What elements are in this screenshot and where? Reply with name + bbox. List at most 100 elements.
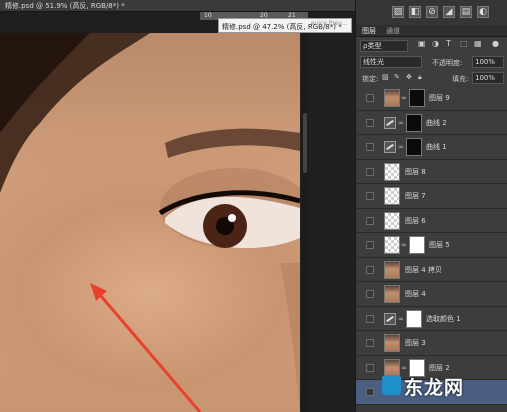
filter-smart-object-icon[interactable]: ▦ [474, 39, 482, 48]
layer-thumbnail [384, 89, 400, 107]
mask-link-icon[interactable]: ∞ [398, 143, 404, 151]
layer-name: 图层 8 [405, 167, 426, 176]
layer-row[interactable]: ∞ 选取颜色 1 [356, 306, 507, 331]
layer-thumbnail [384, 334, 400, 352]
layer-name: 图层 7 [405, 192, 426, 200]
layer-name: 选取颜色 1 [426, 314, 461, 323]
lock-position-icon[interactable]: ✥ [406, 73, 412, 81]
layer-row[interactable]: 图层 7 [356, 184, 507, 209]
panel-toolbar: ▨ ◧ ⊘ ◢ ▤ ◐ [356, 0, 507, 25]
history-icon[interactable]: ◐ [477, 6, 489, 18]
canvas-photo[interactable] [0, 33, 300, 412]
lock-all-icon[interactable]: 🔒︎ [418, 73, 422, 82]
curves-adjustment-icon [384, 312, 396, 325]
filter-pixel-icon[interactable]: ▣ [418, 39, 426, 48]
visibility-eye-icon[interactable] [366, 363, 374, 372]
layer-thumbnail [384, 187, 400, 205]
layer-row[interactable]: 图层 3 [356, 331, 507, 356]
document-tab-back[interactable]: 精修.psd @ 51.9% (高反, RGB/8*) * [0, 0, 355, 12]
layer-name: 图层 6 [405, 216, 426, 225]
layer-name: 图层 4 [405, 290, 426, 298]
layers-list: ∞ 图层 9 ∞ 曲线 2 ∞ 曲线 1 图层 8 图层 7 图层 6 ∞ 图层 5 图层 4 拷贝图… [356, 86, 507, 412]
layer-name: 图层 9 [429, 94, 450, 102]
watermark: 东龙网 [382, 370, 507, 400]
layer-mask-thumbnail[interactable] [406, 309, 422, 328]
blend-row: 线性光 不透明度: 100% [356, 54, 507, 70]
filter-toggle-icon[interactable]: ● [492, 39, 499, 48]
mask-link-icon[interactable]: ∞ [398, 119, 404, 127]
opacity-label: 不透明度: [432, 59, 463, 67]
filter-adjustment-icon[interactable]: ◑ [432, 39, 439, 48]
visibility-eye-icon[interactable] [366, 314, 374, 323]
device-preview-label: evice Prev... [311, 20, 348, 27]
visibility-eye-icon[interactable] [366, 118, 374, 127]
visibility-eye-icon[interactable] [366, 241, 374, 249]
layer-mask-thumbnail[interactable] [409, 89, 425, 107]
visibility-eye-icon[interactable] [366, 192, 374, 200]
watermark-logo [382, 375, 401, 395]
mask-link-icon[interactable]: ∞ [401, 241, 407, 249]
brush-preset-icon[interactable]: ▨ [392, 6, 404, 18]
mask-link-icon[interactable]: ∞ [398, 315, 404, 323]
layer-name: 图层 4 拷贝 [405, 265, 442, 274]
layer-thumbnail [384, 285, 400, 303]
clone-source-icon[interactable]: ◢ [443, 6, 455, 18]
fill-label: 填充: [452, 75, 469, 83]
filter-kind-select[interactable]: ρ类型 [360, 40, 408, 52]
visibility-eye-icon[interactable] [366, 94, 374, 102]
vertical-scrollbar[interactable] [302, 33, 308, 412]
layer-row[interactable]: ∞ 曲线 1 [356, 135, 507, 160]
visibility-eye-icon[interactable] [366, 167, 374, 176]
filter-shape-icon[interactable]: ⬚ [460, 39, 468, 48]
layer-row[interactable]: ∞ 曲线 2 [356, 110, 507, 135]
layer-name: 图层 3 [405, 339, 426, 347]
opacity-field[interactable]: 100% [472, 56, 504, 68]
adjust-icon[interactable]: ◧ [409, 6, 421, 18]
layers-panel: ▨ ◧ ⊘ ◢ ▤ ◐ 图层 通道 ρ类型 ▣ ◑ T ⬚ ▦ ● 线性光 不透… [355, 0, 507, 412]
layer-row[interactable]: 图层 4 拷贝 [356, 257, 507, 282]
lock-row: 锁定: ▨ ✎ ✥ 🔒︎ 填充: 100% [356, 72, 507, 87]
visibility-eye-icon[interactable] [366, 265, 374, 274]
watermark-text: 东龙网 [404, 377, 465, 399]
layer-row[interactable]: 图层 6 [356, 208, 507, 233]
layer-thumbnail [384, 211, 400, 230]
layer-filter-row: ρ类型 ▣ ◑ T ⬚ ▦ ● [356, 38, 507, 53]
blend-mode-select[interactable]: 线性光 [360, 56, 422, 68]
fill-field[interactable]: 100% [472, 72, 504, 84]
lock-label: 锁定: [362, 75, 379, 83]
layer-thumbnail [384, 260, 400, 279]
document-window: 精修.psd @ 51.9% (高反, RGB/8*) * 10 20 21 精… [0, 0, 355, 412]
panel-tabs: 图层 通道 [356, 25, 507, 37]
filter-type-icon[interactable]: T [446, 39, 451, 48]
lock-pixels-icon[interactable]: ▨ [382, 73, 389, 81]
face-illustration [0, 33, 300, 412]
layer-thumbnail [384, 162, 400, 181]
tool-preset-icon[interactable]: ⊘ [426, 6, 438, 18]
visibility-eye-icon[interactable] [366, 290, 374, 298]
layer-name: 曲线 2 [426, 118, 447, 127]
mask-link-icon[interactable]: ∞ [401, 94, 407, 102]
document-tab-title: 精修.psd @ 51.9% (高反, RGB/8*) * [5, 2, 125, 10]
layer-mask-thumbnail[interactable] [409, 236, 425, 254]
ruler-number: 10 [204, 12, 212, 19]
layer-name: 曲线 1 [426, 143, 447, 151]
layer-mask-thumbnail[interactable] [406, 138, 422, 156]
visibility-eye-icon[interactable] [366, 216, 374, 225]
visibility-eye-icon[interactable] [366, 339, 374, 347]
visibility-eye-icon[interactable] [366, 143, 374, 151]
layer-row[interactable]: 图层 4 [356, 282, 507, 307]
visibility-eye-icon[interactable] [366, 388, 374, 396]
layer-row[interactable]: 图层 8 [356, 159, 507, 184]
scrollbar-thumb[interactable] [303, 113, 307, 173]
layer-name: 图层 5 [429, 241, 450, 249]
layer-row[interactable]: ∞ 图层 5 [356, 233, 507, 258]
tab-channels[interactable]: 通道 [386, 26, 400, 36]
curves-adjustment-icon [384, 116, 396, 129]
layer-mask-thumbnail[interactable] [406, 113, 422, 132]
layer-row[interactable]: ∞ 图层 9 [356, 86, 507, 111]
tab-layers[interactable]: 图层 [362, 26, 376, 36]
properties-icon[interactable]: ▤ [460, 6, 472, 18]
curves-adjustment-icon [384, 141, 396, 153]
lock-brush-icon[interactable]: ✎ [394, 73, 400, 81]
layer-thumbnail [384, 236, 400, 254]
